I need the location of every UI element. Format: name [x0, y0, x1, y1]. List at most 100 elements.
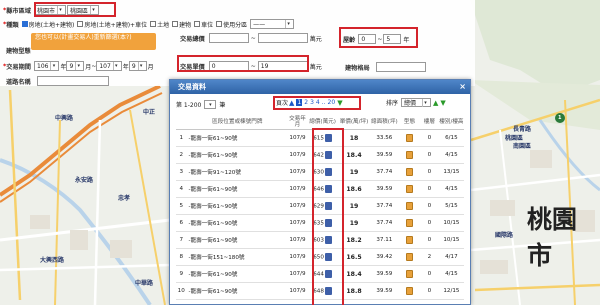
- range-text: 第 1-200: [176, 102, 202, 109]
- row-floor: 0: [419, 163, 439, 181]
- row-floor: 0: [419, 197, 439, 215]
- range-unit: 筆: [219, 102, 226, 109]
- row-level: 4/17: [438, 248, 464, 266]
- checkbox-land[interactable]: [150, 21, 157, 27]
- building-type-icon: [406, 168, 414, 176]
- city-label: 桃園市: [527, 205, 578, 270]
- row-level: 5/15: [438, 197, 464, 215]
- row-date: 107/9: [288, 265, 307, 283]
- map-label-zhongzheng: 中正: [143, 109, 156, 116]
- dialog-toolbar: 第 1-200 ▾ 筆 頁次 ▲ 1 2 3 4 .. 20 ▼ 排序 總價 ▾ …: [170, 94, 470, 115]
- total-price-min-input[interactable]: [208, 33, 249, 43]
- col-address[interactable]: 區段位置或棟號門牌: [186, 115, 289, 130]
- row-index: 1: [176, 129, 187, 147]
- option-building: 建物: [179, 21, 192, 29]
- row-index: 9: [176, 265, 187, 283]
- road-input[interactable]: [36, 76, 109, 86]
- row-date: 107/9: [288, 231, 307, 249]
- option-parking: 車位: [201, 21, 214, 29]
- option-house-land: 房地(土地+建物): [28, 21, 75, 29]
- building-type-icon: [406, 185, 414, 193]
- map-label-changqing: 長青路: [513, 126, 532, 133]
- building-type-icon: [406, 236, 414, 244]
- layout-input[interactable]: [375, 62, 426, 72]
- row-area: 39.42: [369, 248, 400, 266]
- col-area[interactable]: 總面積(坪): [369, 115, 400, 130]
- building-type-label: 建物型態: [6, 48, 31, 55]
- row-floor: 0: [419, 282, 439, 300]
- building-type-icon: [406, 219, 414, 227]
- row-date: 107/9: [288, 248, 307, 266]
- chevron-down-icon: ▾: [422, 98, 428, 107]
- row-address: -龍壽一街61~90號: [186, 265, 289, 283]
- filter-notice-text: 您也可以(計畫交易人)重新篩選(本?): [35, 34, 132, 41]
- col-type[interactable]: 型態: [399, 115, 420, 130]
- period-start-month-select[interactable]: 9 ▾: [66, 61, 85, 71]
- row-date: 107/9: [288, 214, 307, 232]
- total-price-unit: 萬元: [309, 35, 322, 43]
- close-icon[interactable]: ×: [459, 82, 466, 91]
- row-address: -龍壽一街61~90號: [186, 282, 289, 300]
- filter-notice-button[interactable]: 您也可以(計畫交易人)重新篩選(本?): [31, 33, 156, 50]
- sort-select-value: 總價: [404, 100, 417, 107]
- row-type-cell: [399, 214, 420, 232]
- row-type-cell: [399, 197, 420, 215]
- row-address: -龍壽一街61~90號: [186, 197, 289, 215]
- period-row: * 交易期間 106 ▾ 年 9 ▾ 月 ~ 107 ▾ 年 9 ▾ 月: [3, 61, 154, 71]
- checkbox-house-land-parking[interactable]: [77, 21, 84, 27]
- row-date: 107/9: [288, 197, 307, 215]
- period-end-year-select[interactable]: 107 ▾: [96, 61, 122, 71]
- range-select[interactable]: ▾: [204, 100, 217, 109]
- checkbox-house-land[interactable]: [21, 21, 28, 27]
- highlight-box-region: [34, 2, 116, 17]
- chevron-down-icon: ▾: [75, 62, 81, 70]
- zoning-select[interactable]: —— ▾: [250, 19, 295, 29]
- row-address: -龍壽一街151~180號: [186, 248, 289, 266]
- option-house-land-parking: 房地(土地+建物)+車位: [84, 21, 148, 29]
- row-type-cell: [399, 180, 420, 198]
- row-index: 6: [176, 214, 187, 232]
- range-tilde: ~: [250, 34, 256, 42]
- row-area: 39.59: [369, 180, 400, 198]
- checkbox-parking[interactable]: [194, 21, 201, 27]
- total-price-row: 交易總價 ~ 萬元: [180, 33, 322, 43]
- road-row: 道路名稱: [6, 76, 109, 86]
- checkbox-zoning[interactable]: [216, 21, 223, 27]
- total-price-label: 交易總價: [180, 35, 205, 43]
- period-start-year-select[interactable]: 106 ▾: [34, 61, 60, 71]
- row-level: 4/15: [438, 265, 464, 283]
- col-date[interactable]: 交易年月: [288, 115, 307, 130]
- row-area: 39.59: [369, 282, 400, 300]
- building-type-icon: [406, 202, 414, 210]
- col-level[interactable]: 樓別/樓高: [438, 115, 464, 130]
- row-date: 107/9: [288, 163, 307, 181]
- unit-price-unit: 萬元: [309, 63, 322, 71]
- col-floor[interactable]: 樓層: [419, 115, 439, 130]
- building-type-icon: [406, 287, 414, 295]
- row-level: 10/15: [438, 214, 464, 232]
- row-level: 4/15: [438, 180, 464, 198]
- sort-select[interactable]: 總價 ▾: [401, 98, 432, 107]
- row-level: 4/15: [438, 146, 464, 164]
- row-address: -龍壽一街91~120號: [186, 163, 289, 181]
- row-floor: 0: [419, 265, 439, 283]
- row-type-cell: [399, 146, 420, 164]
- map-label-zhongxing: 中興路: [55, 115, 74, 122]
- building-type-row: 建物型態: [6, 46, 31, 55]
- road-label: 道路名稱: [6, 78, 31, 86]
- sort-asc-icon[interactable]: ▲: [433, 99, 438, 107]
- row-date: 107/9: [288, 282, 307, 300]
- highlight-box-age: [339, 27, 418, 48]
- row-type-cell: [399, 163, 420, 181]
- dialog-title-bar[interactable]: 交易資料 ×: [170, 80, 470, 94]
- row-index: 4: [176, 180, 187, 198]
- row-type-cell: [399, 248, 420, 266]
- sort-desc-icon[interactable]: ▼: [440, 99, 445, 107]
- row-index: 8: [176, 248, 187, 266]
- checkbox-building[interactable]: [172, 21, 179, 27]
- row-floor: 0: [419, 146, 439, 164]
- total-price-max-input[interactable]: [257, 33, 308, 43]
- row-level: 6/15: [438, 129, 464, 147]
- row-area: 37.74: [369, 214, 400, 232]
- period-end-month-select[interactable]: 9 ▾: [128, 61, 147, 71]
